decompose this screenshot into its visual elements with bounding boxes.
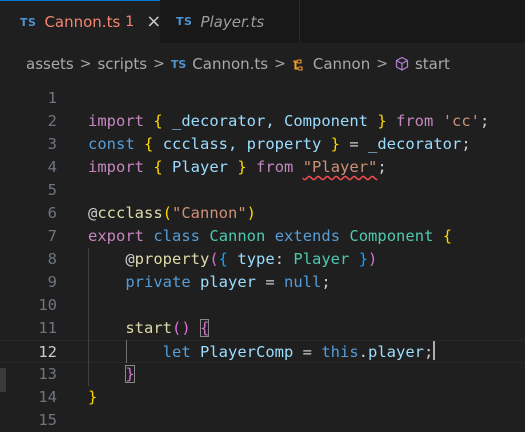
code-line[interactable]: 3 const { ccclass, property } = _decorato…	[0, 133, 525, 156]
line-number: 4	[47, 158, 57, 176]
ts-file-icon: TS	[20, 15, 37, 29]
code-text: const { ccclass, property } = _decorator…	[88, 135, 471, 153]
line-number: 3	[47, 135, 57, 153]
text-cursor	[433, 341, 436, 360]
chevron-right-icon: >	[153, 56, 165, 72]
line-number: 2	[47, 112, 57, 130]
code-text: }	[88, 388, 98, 406]
breadcrumb-method[interactable]: start	[394, 55, 450, 73]
code-text: import { _decorator, Component } from 'c…	[88, 112, 490, 130]
code-line[interactable]: 10	[0, 294, 525, 317]
breadcrumb-scripts[interactable]: scripts	[97, 55, 147, 73]
code-line[interactable]: 2 import { _decorator, Component } from '…	[0, 110, 525, 133]
code-line[interactable]: 5	[0, 179, 525, 202]
code-line[interactable]: 12 let PlayerComp = this.player;	[0, 340, 525, 363]
tab-label: Cannon.ts	[44, 13, 121, 31]
ts-file-icon: TS	[176, 15, 193, 28]
code-text: @ccclass("Cannon")	[88, 204, 257, 222]
line-number: 13	[38, 365, 57, 383]
code-line[interactable]: 14}	[0, 386, 525, 409]
line-number: 6	[47, 204, 57, 222]
code-line[interactable]: 7 export class Cannon extends Component {	[0, 225, 525, 248]
line-number: 8	[47, 250, 57, 268]
line-number: 5	[47, 181, 57, 199]
tab-label: Player.ts	[200, 12, 265, 31]
tab-cannon-ts[interactable]: TS Cannon.ts 1 ×	[0, 0, 161, 43]
line-number: 1	[47, 89, 57, 107]
code-line[interactable]: 4 import { Player } from "Player";	[0, 156, 525, 179]
code-editor[interactable]: 1 2 import { _decorator, Component } from …	[0, 85, 525, 429]
code-text: private player = null;	[125, 273, 331, 291]
breadcrumb-assets[interactable]: assets	[26, 55, 74, 73]
code-text: import { Player } from "Player";	[88, 158, 387, 176]
code-line[interactable]: 9 private player = null;	[0, 271, 525, 294]
breadcrumb-file[interactable]: TS Cannon.ts	[171, 55, 268, 73]
code-line[interactable]: 1	[0, 87, 525, 110]
code-text: export class Cannon extends Component {	[88, 227, 453, 245]
ts-file-icon: TS	[170, 57, 187, 71]
breadcrumb: assets > scripts > TS Cannon.ts > Cannon…	[0, 43, 525, 85]
symbol-class-icon	[292, 56, 308, 72]
line-number: 10	[38, 296, 57, 314]
line-number: 12	[38, 343, 57, 361]
line-number: 14	[38, 388, 57, 406]
line-number: 7	[47, 227, 57, 245]
line-number: 15	[38, 411, 57, 429]
chevron-right-icon: >	[376, 56, 388, 72]
tab-player-ts[interactable]: TS Player.ts	[160, 0, 300, 43]
line-number: 11	[38, 319, 57, 337]
line-number: 9	[47, 273, 57, 291]
code-line[interactable]: 8 @property({ type: Player })	[0, 248, 525, 271]
code-text: start() {	[125, 319, 210, 337]
tab-bar: TS Cannon.ts 1 × TS Player.ts	[0, 0, 525, 43]
code-line[interactable]: 11 start() {	[0, 317, 525, 340]
code-line[interactable]: 13 }	[0, 363, 525, 386]
code-text: @property({ type: Player })	[88, 250, 378, 268]
indent-guide	[126, 340, 127, 363]
problem-count-badge: 1	[125, 14, 135, 30]
gutter-marker	[0, 368, 6, 392]
code-text: let PlayerComp = this.player;	[162, 341, 436, 361]
code-text: }	[125, 365, 135, 383]
chevron-right-icon: >	[79, 56, 92, 72]
code-line[interactable]: 6 @ccclass("Cannon")	[0, 202, 525, 225]
code-line[interactable]: 15	[0, 409, 525, 432]
indent-guide	[88, 248, 89, 386]
breadcrumb-class[interactable]: Cannon	[292, 55, 370, 73]
symbol-method-icon	[394, 56, 410, 72]
chevron-right-icon: >	[274, 56, 286, 72]
